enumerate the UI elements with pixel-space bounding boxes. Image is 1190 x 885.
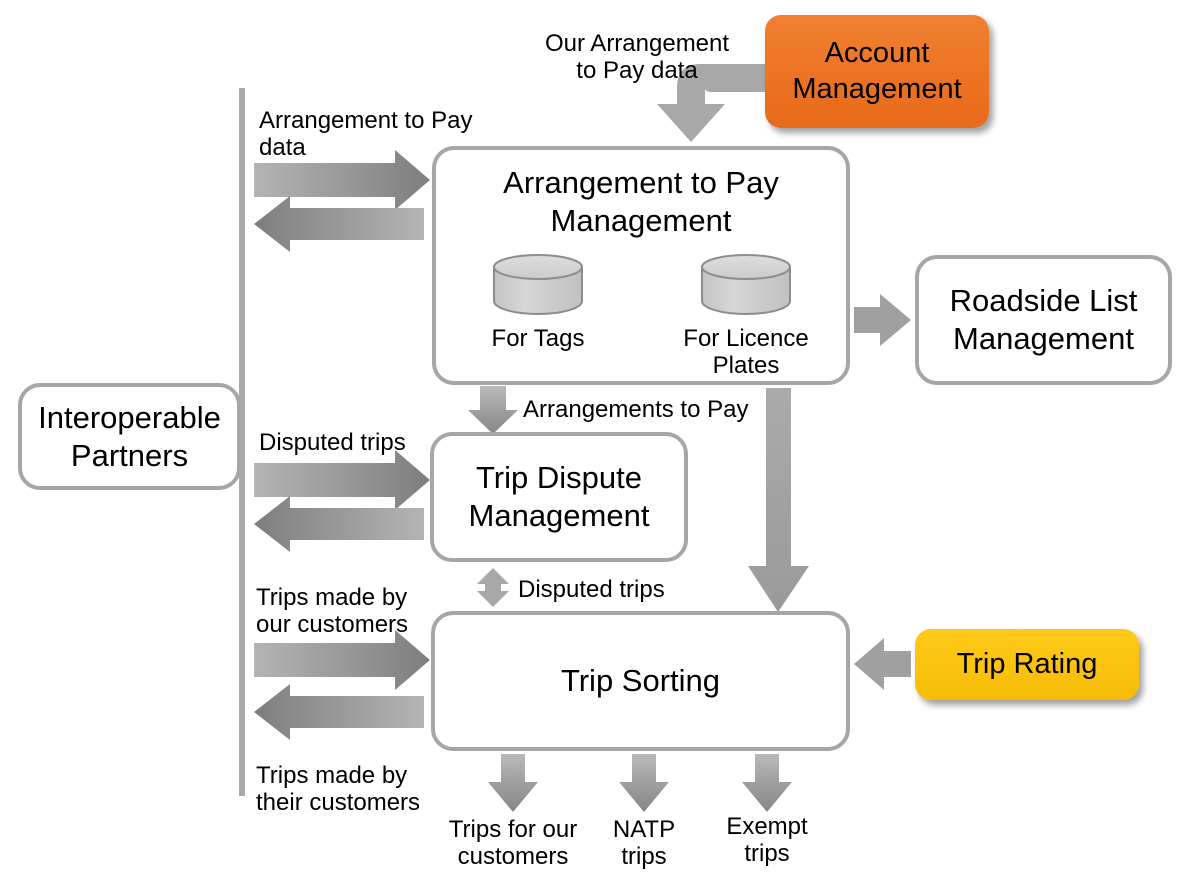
box-trip-dispute-management-label: Trip Dispute Management [468, 460, 650, 533]
datastore-for-tags[interactable] [492, 253, 584, 315]
arrow-trips-made-by-our-customers [254, 630, 430, 690]
label-trips-made-by-their-customers: Trips made by their customers [256, 762, 421, 817]
label-natp-trips: NATP trips [612, 816, 676, 871]
label-trips-made-by-our-customers: Trips made by our customers [256, 584, 409, 639]
arrow-output-natp-trips [619, 754, 669, 812]
box-interoperable-partners-label: Interoperable Partners [38, 399, 221, 473]
box-trip-rating[interactable]: Trip Rating [915, 629, 1139, 700]
box-roadside-list-management-label: Roadside List Management [949, 283, 1138, 356]
box-account-management[interactable]: Account Management [765, 15, 989, 128]
arrow-disputed-trips-out [254, 496, 424, 552]
label-trips-for-our-customers: Trips for our customers [448, 816, 578, 871]
box-interoperable-partners[interactable]: Interoperable Partners [18, 383, 241, 490]
box-account-management-label: Account Management [792, 37, 962, 105]
label-our-arrangement-to-pay-data: Our Arrangement to Pay data [544, 30, 730, 85]
arrow-arrangements-to-pay-down [468, 386, 518, 434]
box-trip-sorting-label: Trip Sorting [560, 663, 721, 699]
arrow-arrangement-to-pay-data-out [254, 196, 424, 252]
label-disputed-trips-vertical: Disputed trips [518, 576, 665, 603]
arrow-output-exempt-trips [742, 754, 792, 812]
label-exempt-trips: Exempt trips [726, 813, 808, 868]
datastore-for-licence-plates[interactable] [700, 253, 792, 315]
datastore-for-licence-plates-label: For Licence Plates [683, 325, 809, 380]
diagram-canvas: Interoperable Partners Arrangement to Pa… [0, 0, 1190, 885]
box-roadside-list-management[interactable]: Roadside List Management [915, 255, 1172, 385]
arrow-to-roadside-list-management [854, 294, 911, 346]
label-arrangements-to-pay: Arrangements to Pay [523, 396, 749, 423]
datastore-for-tags-label: For Tags [491, 325, 585, 352]
box-trip-rating-label: Trip Rating [956, 647, 1098, 680]
arrow-trips-made-by-their-customers [254, 684, 424, 740]
arrow-disputed-trips-in [254, 450, 430, 510]
label-arrangement-to-pay-data: Arrangement to Pay data [259, 107, 473, 162]
arrow-trip-rating-to-trip-sorting [854, 638, 911, 690]
label-disputed-trips-in: Disputed trips [259, 429, 406, 456]
box-arrangement-to-pay-management-label: Arrangement to Pay Management [503, 165, 779, 238]
